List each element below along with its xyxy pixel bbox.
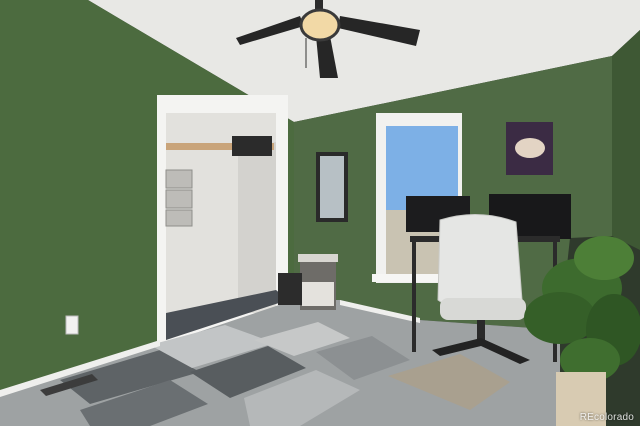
closet-box <box>232 136 272 156</box>
closet-drawer-2 <box>165 189 193 209</box>
storage-bin <box>278 273 302 305</box>
closet-drawer-1 <box>165 169 193 189</box>
painting-cup <box>515 138 545 158</box>
side-table-shelf <box>302 282 334 306</box>
right-wall <box>612 30 640 250</box>
mirror-glass <box>320 156 344 218</box>
closet-inner-wall <box>238 142 276 300</box>
fan-light <box>299 8 341 42</box>
office-chair-seat <box>440 298 526 320</box>
room-illustration <box>0 0 640 426</box>
wall-outlet <box>65 315 79 335</box>
desk-leg-left <box>412 242 416 352</box>
bedroom-office-photo: REcolorado <box>0 0 640 426</box>
side-table-top <box>298 254 338 262</box>
closet-drawer-3 <box>165 209 193 227</box>
watermark-text: REcolorado <box>579 412 634 423</box>
